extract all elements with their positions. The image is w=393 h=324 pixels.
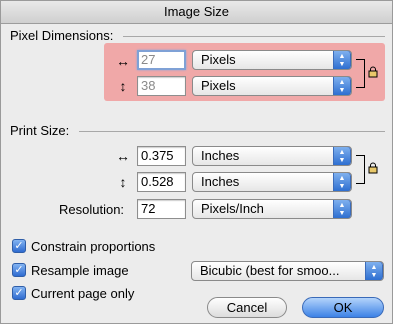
vertical-arrows-icon: ↕ bbox=[119, 174, 127, 190]
lock-icon bbox=[368, 66, 378, 78]
constrain-proportions-checkbox[interactable]: ✓ bbox=[12, 239, 26, 253]
link-bracket bbox=[356, 155, 365, 184]
popup-arrows-icon: ▲ ▼ bbox=[333, 200, 351, 218]
pixel-height-unit-select[interactable]: Pixels ▲ ▼ bbox=[192, 76, 352, 96]
resolution-field[interactable]: 72 bbox=[137, 199, 186, 219]
link-bracket bbox=[356, 59, 365, 88]
resolution-unit-label: Pixels/Inch bbox=[201, 201, 264, 216]
print-height-unit-select[interactable]: Inches ▲ ▼ bbox=[192, 172, 352, 192]
pixel-height-field[interactable]: 38 bbox=[137, 76, 186, 96]
resample-image-checkbox[interactable]: ✓ bbox=[12, 263, 26, 277]
print-width-unit-label: Inches bbox=[201, 148, 240, 163]
section-divider bbox=[79, 131, 385, 132]
resolution-label: Resolution: bbox=[59, 202, 125, 217]
resample-method-label: Bicubic (best for smoo... bbox=[200, 263, 340, 278]
popup-arrows-icon: ▲ ▼ bbox=[333, 77, 351, 95]
popup-arrows-icon: ▲ ▼ bbox=[333, 173, 351, 191]
horizontal-arrows-icon: ↔ bbox=[116, 148, 130, 164]
print-width-field[interactable]: 0.375 bbox=[137, 146, 186, 166]
print-height-unit-label: Inches bbox=[201, 174, 240, 189]
current-page-only-label[interactable]: Current page only bbox=[31, 286, 134, 301]
print-height-field[interactable]: 0.528 bbox=[137, 172, 186, 192]
current-page-only-checkbox[interactable]: ✓ bbox=[12, 286, 26, 300]
ok-button[interactable]: OK bbox=[302, 297, 384, 318]
popup-arrows-icon: ▲ ▼ bbox=[365, 262, 383, 280]
pixel-width-field[interactable]: 27 bbox=[137, 50, 186, 70]
resample-image-label[interactable]: Resample image bbox=[31, 263, 129, 278]
constrain-proportions-label[interactable]: Constrain proportions bbox=[31, 239, 155, 254]
print-size-label: Print Size: bbox=[10, 123, 70, 138]
horizontal-arrows-icon: ↔ bbox=[116, 53, 130, 69]
section-divider bbox=[123, 36, 385, 37]
pixel-width-unit-label: Pixels bbox=[201, 52, 236, 67]
lock-icon bbox=[368, 162, 378, 174]
image-size-dialog: Image Size Pixel Dimensions: ↔ 27 Pixels… bbox=[0, 0, 393, 324]
pixel-height-unit-label: Pixels bbox=[201, 78, 236, 93]
pixel-width-unit-select[interactable]: Pixels ▲ ▼ bbox=[192, 50, 352, 70]
print-width-unit-select[interactable]: Inches ▲ ▼ bbox=[192, 146, 352, 166]
cancel-button[interactable]: Cancel bbox=[207, 297, 287, 318]
popup-arrows-icon: ▲ ▼ bbox=[333, 147, 351, 165]
resolution-unit-select[interactable]: Pixels/Inch ▲ ▼ bbox=[192, 199, 352, 219]
resample-method-select[interactable]: Bicubic (best for smoo... ▲ ▼ bbox=[191, 261, 384, 281]
dialog-title: Image Size bbox=[1, 1, 392, 24]
popup-arrows-icon: ▲ ▼ bbox=[333, 51, 351, 69]
vertical-arrows-icon: ↕ bbox=[119, 78, 127, 94]
pixel-dimensions-label: Pixel Dimensions: bbox=[10, 28, 114, 43]
